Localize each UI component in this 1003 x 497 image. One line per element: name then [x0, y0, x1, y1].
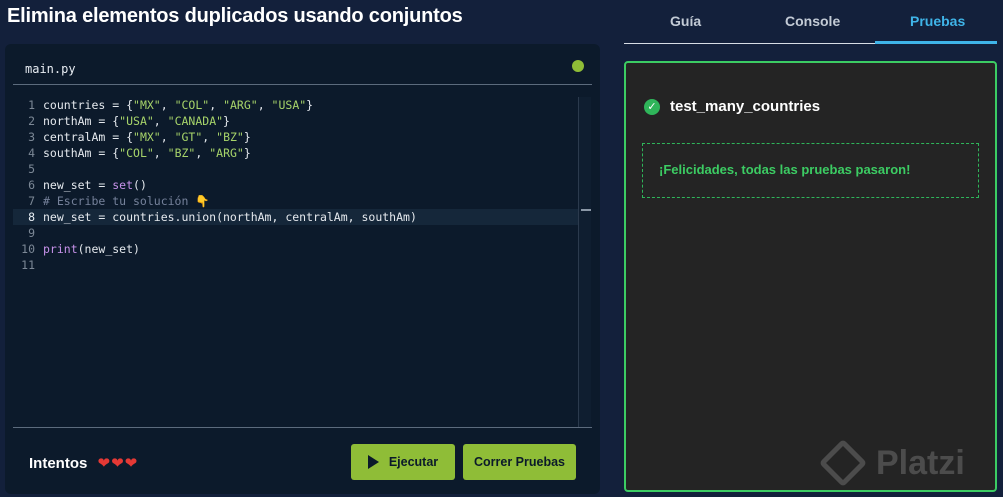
- code-line[interactable]: 7 # Escribe tu solución 👇: [13, 193, 583, 209]
- platzi-watermark: Platzi: [818, 438, 965, 488]
- code-line[interactable]: 10 print(new_set): [13, 241, 583, 257]
- run-label: Ejecutar: [388, 455, 439, 469]
- line-number: 1: [28, 98, 35, 112]
- code-text: centralAm = {"MX", "GT", "BZ"}: [43, 130, 251, 144]
- code-line[interactable]: 6 new_set = set(): [13, 177, 583, 193]
- line-number: 11: [21, 258, 35, 272]
- code-text: countries = {"MX", "COL", "ARG", "USA"}: [43, 98, 314, 112]
- line-number: 8: [28, 210, 35, 224]
- attempts: Intentos ❤❤❤: [29, 454, 138, 472]
- line-number: 6: [28, 178, 35, 192]
- code-text: new_set = set(): [43, 178, 147, 192]
- code-line[interactable]: 5: [13, 161, 583, 177]
- code-line[interactable]: 2 northAm = {"USA", "CANADA"}: [13, 113, 583, 129]
- line-number: 2: [28, 114, 35, 128]
- tab-console[interactable]: Console: [785, 13, 840, 29]
- page-title: Elimina elementos duplicados usando conj…: [7, 5, 463, 27]
- success-message: ¡Felicidades, todas las pruebas pasaron!: [659, 162, 911, 177]
- code-line[interactable]: 4 southAm = {"COL", "BZ", "ARG"}: [13, 145, 583, 161]
- run-tests-label: Correr Pruebas: [473, 455, 565, 469]
- scroll-thumb[interactable]: [581, 209, 591, 211]
- line-number: 7: [28, 194, 35, 208]
- code-text: southAm = {"COL", "BZ", "ARG"}: [43, 146, 251, 160]
- test-name: test_many_countries: [670, 98, 821, 115]
- filename-tab[interactable]: main.py: [25, 62, 76, 76]
- play-icon: [367, 455, 379, 469]
- code-line[interactable]: 8 new_set = countries.union(northAm, cent…: [13, 209, 583, 225]
- active-tab-indicator: [875, 41, 997, 44]
- success-box: ¡Felicidades, todas las pruebas pasaron!: [642, 143, 979, 198]
- line-number: 10: [21, 242, 35, 256]
- test-results-panel: ✓ test_many_countries ¡Felicidades, toda…: [624, 61, 997, 492]
- line-number: 5: [28, 162, 35, 176]
- run-button[interactable]: Ejecutar: [351, 444, 455, 480]
- tab-pruebas[interactable]: Pruebas: [910, 13, 965, 29]
- code-text: new_set = countries.union(northAm, centr…: [43, 210, 417, 224]
- status-dot-icon: [572, 60, 584, 72]
- code-editor-panel: main.py 1 countries = {"MX", "COL", "ARG"…: [5, 44, 600, 494]
- run-tests-button[interactable]: Correr Pruebas: [463, 444, 576, 480]
- platzi-logo-icon: [818, 438, 868, 488]
- divider: [13, 427, 592, 428]
- code-text: northAm = {"USA", "CANADA"}: [43, 114, 230, 128]
- editor-scrollbar[interactable]: [578, 97, 591, 427]
- code-line[interactable]: 9: [13, 225, 583, 241]
- editor-header: main.py: [13, 44, 592, 85]
- tab-guia[interactable]: Guía: [670, 13, 701, 29]
- line-number: 9: [28, 226, 35, 240]
- code-text: print(new_set): [43, 242, 140, 256]
- code-text: # Escribe tu solución 👇: [43, 194, 210, 208]
- code-line[interactable]: 11: [13, 257, 583, 273]
- hearts-icon: ❤❤❤: [97, 455, 139, 472]
- panel-tabs: Guía Console Pruebas: [624, 0, 997, 44]
- code-line[interactable]: 3 centralAm = {"MX", "GT", "BZ"}: [13, 129, 583, 145]
- check-circle-icon: ✓: [644, 99, 660, 115]
- code-line[interactable]: 1 countries = {"MX", "COL", "ARG", "USA"}: [13, 97, 583, 113]
- watermark-text: Platzi: [876, 443, 965, 482]
- attempts-label: Intentos: [29, 455, 88, 472]
- line-number: 3: [28, 130, 35, 144]
- code-area[interactable]: 1 countries = {"MX", "COL", "ARG", "USA"}…: [13, 97, 593, 427]
- line-number: 4: [28, 146, 35, 160]
